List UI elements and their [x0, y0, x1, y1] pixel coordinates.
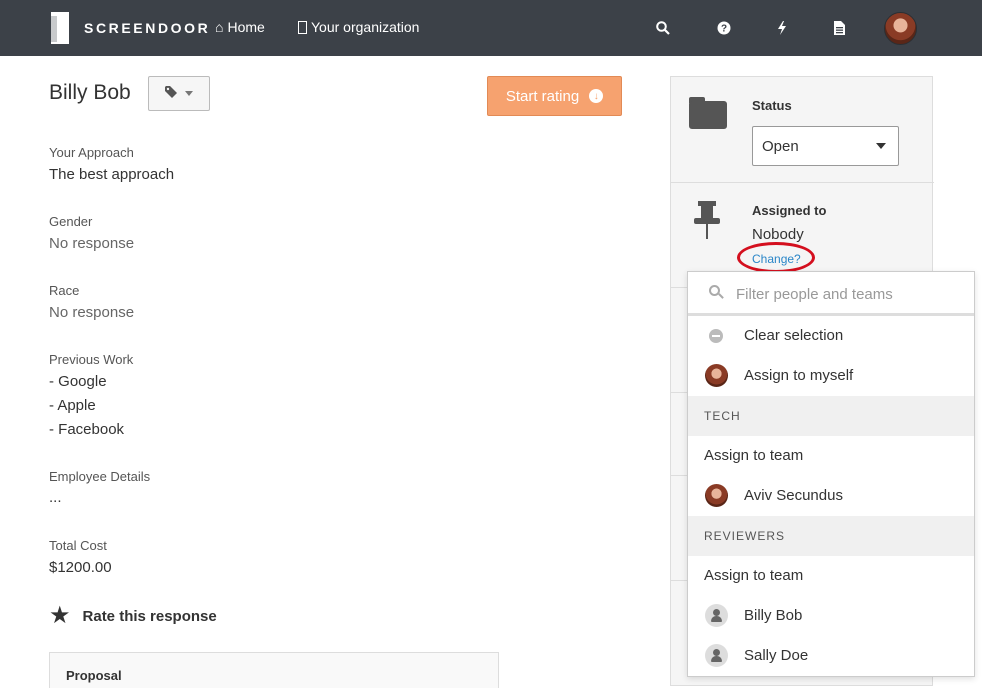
member-name: Sally Doe	[744, 647, 809, 664]
member-option[interactable]: Aviv Secundus	[688, 476, 974, 516]
status-select[interactable]: Open	[752, 126, 899, 166]
home-icon: ⌂	[215, 19, 224, 35]
start-rating-label: Start rating	[505, 87, 580, 105]
field-label-race: Race	[49, 283, 80, 298]
user-avatar[interactable]	[884, 12, 917, 45]
help-icon[interactable]: ?	[715, 19, 733, 37]
field-label-previous-work: Previous Work	[49, 352, 134, 367]
nav-home-link[interactable]: ⌂ Home	[215, 19, 265, 35]
nav-org-label: Your organization	[311, 19, 420, 35]
member-option[interactable]: Billy Bob	[688, 596, 974, 636]
proposal-section-header: Proposal	[49, 652, 499, 688]
field-label-gender: Gender	[49, 214, 93, 229]
tag-dropdown-button[interactable]	[148, 76, 210, 111]
field-label-total-cost: Total Cost	[49, 538, 107, 553]
document-icon[interactable]	[830, 19, 848, 37]
assignee-filter	[688, 272, 974, 316]
assignee-filter-input[interactable]	[736, 282, 961, 306]
chevron-down-icon	[185, 91, 193, 96]
person-icon	[705, 604, 728, 627]
svg-text:?: ?	[721, 24, 727, 35]
rate-response-label: Rate this response	[82, 607, 217, 625]
minus-circle-icon	[709, 329, 723, 343]
tag-icon	[165, 86, 177, 101]
building-icon	[298, 20, 307, 34]
assign-team-tech-option[interactable]: Assign to team	[688, 436, 974, 476]
bolt-icon[interactable]	[773, 19, 791, 37]
field-value-approach: The best approach	[49, 166, 175, 183]
member-name: Aviv Secundus	[744, 487, 843, 504]
status-label: Status	[752, 98, 792, 113]
start-rating-button[interactable]: Start rating ↓	[487, 76, 622, 116]
previous-work-item: - Google	[49, 373, 107, 390]
assigned-to-value: Nobody	[752, 226, 804, 243]
arrow-down-circle-icon: ↓	[589, 89, 604, 103]
field-value-race: No response	[49, 304, 135, 321]
search-icon	[709, 285, 724, 299]
group-header-tech: TECH	[688, 396, 974, 436]
field-value-total-cost: $1200.00	[49, 559, 112, 576]
chevron-down-icon	[876, 143, 886, 149]
assigned-to-label: Assigned to	[752, 203, 827, 218]
proposal-label: Proposal	[66, 668, 122, 683]
brand-name: SCREENDOOR	[84, 20, 211, 36]
assign-team-label: Assign to team	[704, 447, 804, 464]
page-title: Billy Bob	[49, 81, 131, 104]
user-avatar	[705, 364, 728, 387]
star-icon: ★	[49, 602, 71, 629]
group-header-reviewers: REVIEWERS	[688, 516, 974, 556]
member-option[interactable]: Sally Doe	[688, 636, 974, 676]
previous-work-item: - Facebook	[49, 421, 125, 438]
status-value: Open	[762, 138, 799, 155]
rate-response-section[interactable]: ★ Rate this response	[49, 604, 217, 628]
top-navbar: SCREENDOOR ⌂ Home Your organization ?	[0, 0, 982, 56]
nav-organization-link[interactable]: Your organization	[298, 19, 419, 35]
clear-selection-option[interactable]: Clear selection	[688, 316, 974, 356]
user-avatar	[705, 484, 728, 507]
pushpin-icon	[694, 201, 720, 239]
panel-divider	[671, 182, 934, 183]
folder-icon	[689, 97, 727, 129]
assign-team-label: Assign to team	[704, 567, 804, 584]
highlight-annotation-ring	[737, 242, 815, 273]
field-value-gender: No response	[49, 235, 135, 252]
clear-selection-label: Clear selection	[744, 327, 844, 344]
assign-team-reviewers-option[interactable]: Assign to team	[688, 556, 974, 596]
search-icon[interactable]	[654, 19, 672, 37]
assign-to-myself-option[interactable]: Assign to myself	[688, 356, 974, 396]
field-label-employee-details: Employee Details	[49, 469, 151, 484]
person-icon	[705, 644, 728, 667]
nav-home-label: Home	[227, 19, 265, 35]
member-name: Billy Bob	[744, 607, 803, 624]
assignee-dropdown: Clear selection Assign to myself TECH As…	[687, 271, 975, 677]
previous-work-item: - Apple	[49, 397, 96, 414]
brand-logo[interactable]: SCREENDOOR	[51, 12, 210, 44]
field-label-approach: Your Approach	[49, 145, 134, 160]
field-value-employee-details: ...	[49, 489, 62, 506]
assign-to-myself-label: Assign to myself	[744, 367, 854, 384]
door-logo-icon	[51, 12, 69, 44]
